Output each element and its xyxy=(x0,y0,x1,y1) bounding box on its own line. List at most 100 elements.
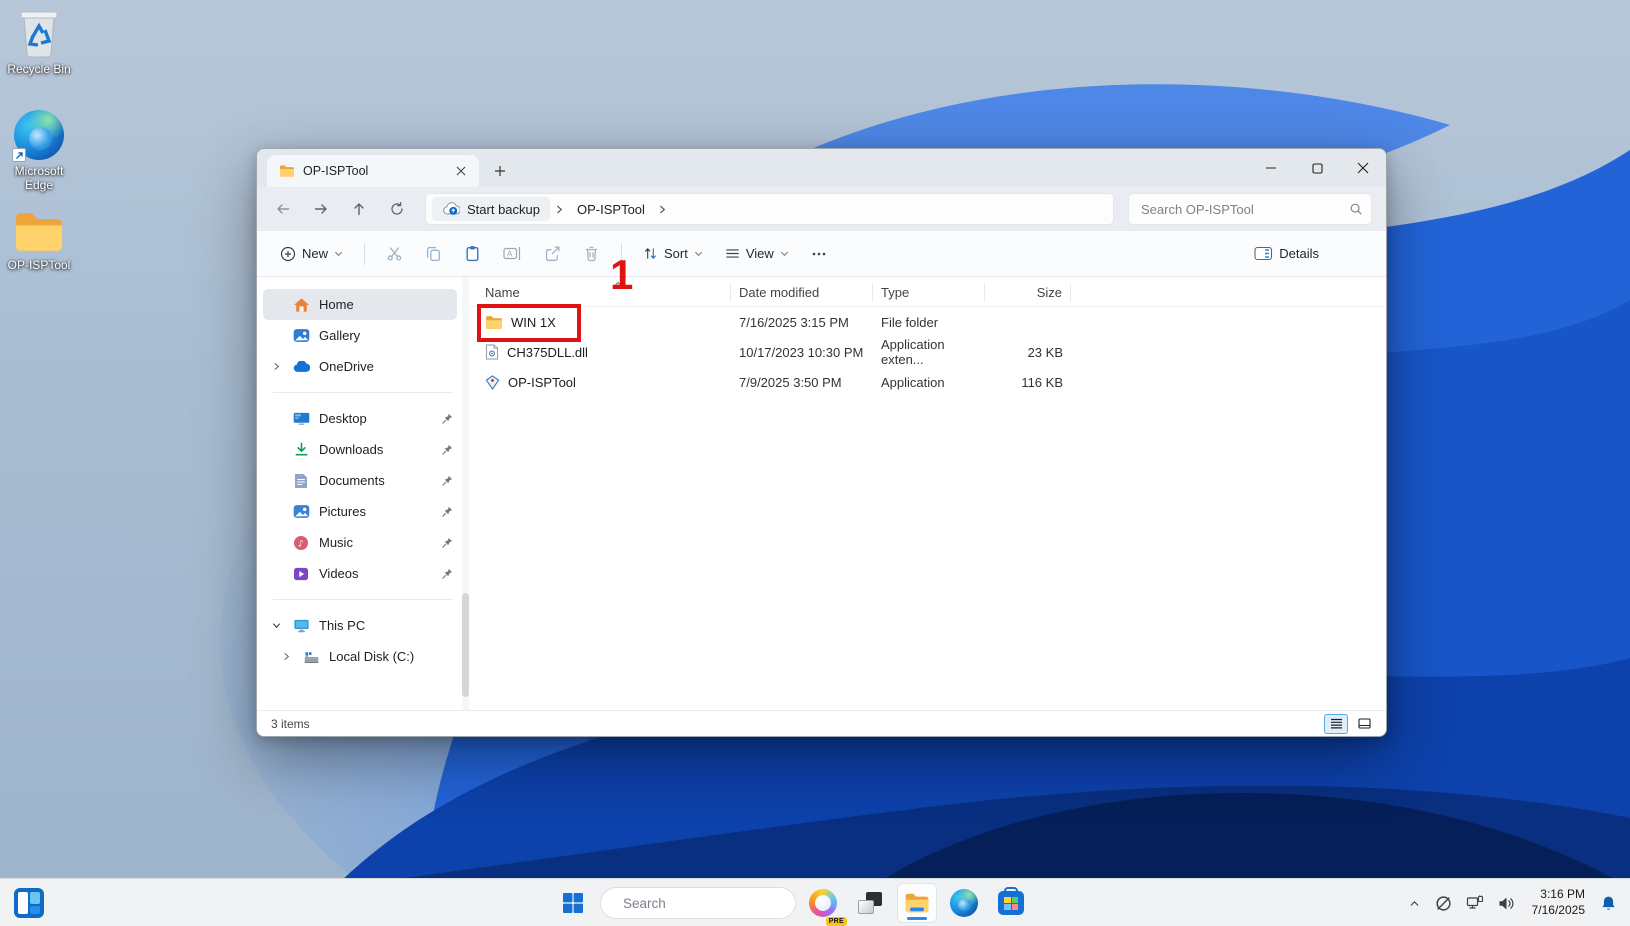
sidebar-item-videos[interactable]: Videos xyxy=(263,558,457,589)
this-pc-icon xyxy=(292,617,310,635)
pin-icon xyxy=(437,444,453,456)
column-header-size[interactable]: Size xyxy=(985,284,1071,302)
sidebar-item-this-pc[interactable]: This PC xyxy=(263,610,457,641)
desktop-icon-recycle-bin[interactable]: Recycle Bin xyxy=(0,8,78,76)
chevron-up-icon xyxy=(1408,897,1421,910)
sidebar-item-desktop[interactable]: Desktop xyxy=(263,403,457,434)
new-tab-button[interactable] xyxy=(487,158,513,184)
cut-button[interactable] xyxy=(377,237,412,271)
onedrive-icon xyxy=(292,358,310,376)
taskbar-center: PRE xyxy=(553,883,1031,923)
tray-status-button[interactable] xyxy=(1430,885,1457,921)
tab-close-button[interactable] xyxy=(451,161,471,181)
copilot-button[interactable]: PRE xyxy=(803,883,843,923)
ellipsis-icon xyxy=(811,246,827,262)
column-header-date-modified[interactable]: Date modified xyxy=(731,284,873,302)
taskbar-search[interactable] xyxy=(600,887,796,919)
chevron-down-icon xyxy=(694,249,703,258)
scrollbar-thumb[interactable] xyxy=(462,593,469,697)
file-explorer-taskbar-button[interactable] xyxy=(897,883,937,923)
breadcrumb-folder[interactable]: OP-ISPTool xyxy=(569,202,653,217)
close-icon xyxy=(456,166,466,176)
folder-icon xyxy=(12,210,66,254)
arrow-up-icon xyxy=(351,201,367,217)
column-header-name[interactable]: Name xyxy=(471,284,731,302)
desktop-icon-microsoft-edge[interactable]: Microsoft Edge xyxy=(0,110,78,192)
share-icon xyxy=(544,245,561,262)
file-row-ch375dll[interactable]: CH375DLL.dll 10/17/2023 10:30 PM Applica… xyxy=(471,337,1386,367)
more-options-button[interactable] xyxy=(802,237,836,271)
sidebar-item-downloads[interactable]: Downloads xyxy=(263,434,457,465)
file-date: 7/16/2025 3:15 PM xyxy=(731,315,873,330)
column-headers: Name Date modified Type Size xyxy=(471,279,1386,307)
file-date: 10/17/2023 10:30 PM xyxy=(731,345,873,360)
file-name: OP-ISPTool xyxy=(508,375,576,390)
share-button[interactable] xyxy=(535,237,570,271)
desktop: Recycle Bin Microsoft Edge OP-ISPTool OP… xyxy=(0,0,1630,926)
network-icon[interactable] xyxy=(1461,885,1489,921)
plus-icon xyxy=(494,165,506,177)
new-button[interactable]: New xyxy=(271,237,352,271)
sidebar-item-onedrive[interactable]: OneDrive xyxy=(263,351,457,382)
chevron-down-icon[interactable] xyxy=(269,621,283,630)
breadcrumb[interactable]: Start backup OP-ISPTool xyxy=(425,193,1114,225)
cut-icon xyxy=(386,245,403,262)
copilot-icon xyxy=(809,889,837,917)
new-plus-icon xyxy=(280,246,296,262)
sort-button[interactable]: Sort xyxy=(634,237,712,271)
dll-file-icon xyxy=(485,344,499,360)
file-row-op-isptool[interactable]: OP-ISPTool 7/9/2025 3:50 PM Application … xyxy=(471,367,1386,397)
column-header-type[interactable]: Type xyxy=(873,284,985,302)
maximize-button[interactable] xyxy=(1294,149,1340,187)
address-bar: Start backup OP-ISPTool xyxy=(257,187,1386,231)
view-button[interactable]: View xyxy=(716,237,798,271)
desktop-icon-op-isptool[interactable]: OP-ISPTool xyxy=(0,210,78,272)
copy-button[interactable] xyxy=(416,237,451,271)
sidebar-item-gallery[interactable]: Gallery xyxy=(263,320,457,351)
refresh-button[interactable] xyxy=(379,193,415,225)
large-icons-view-toggle[interactable] xyxy=(1352,714,1376,734)
task-view-button[interactable] xyxy=(850,883,890,923)
rename-button[interactable]: A xyxy=(494,237,531,271)
up-button[interactable] xyxy=(341,193,377,225)
explorer-search-input[interactable] xyxy=(1141,202,1349,217)
widgets-button[interactable] xyxy=(14,888,44,918)
microsoft-store-button[interactable] xyxy=(991,883,1031,923)
taskbar-clock[interactable]: 3:16 PM 7/16/2025 xyxy=(1524,887,1591,918)
sidebar-item-home[interactable]: Home xyxy=(263,289,457,320)
chevron-right-icon[interactable] xyxy=(279,652,293,661)
notifications-button[interactable] xyxy=(1595,885,1622,921)
start-button[interactable] xyxy=(553,883,593,923)
command-bar: New A Sor xyxy=(257,231,1386,277)
speaker-icon xyxy=(1498,896,1515,911)
sidebar-item-documents[interactable]: Documents xyxy=(263,465,457,496)
minimize-button[interactable] xyxy=(1248,149,1294,187)
desktop-folder-icon xyxy=(292,410,310,428)
explorer-search[interactable] xyxy=(1128,193,1372,225)
details-pane-button[interactable]: Details xyxy=(1245,237,1328,271)
taskbar-search-input[interactable] xyxy=(623,896,800,911)
file-row-win-1x[interactable]: WIN 1X 7/16/2025 3:15 PM File folder xyxy=(471,307,1386,337)
edge-taskbar-button[interactable] xyxy=(944,883,984,923)
forward-button[interactable] xyxy=(303,193,339,225)
sidebar-item-local-disk-c[interactable]: Local Disk (C:) xyxy=(273,641,457,672)
delete-button[interactable] xyxy=(574,237,609,271)
ethernet-icon xyxy=(1466,895,1484,911)
sidebar-scrollbar[interactable] xyxy=(462,277,469,710)
details-pane-label: Details xyxy=(1279,246,1319,261)
chevron-right-icon[interactable] xyxy=(269,362,283,371)
volume-icon[interactable] xyxy=(1493,885,1520,921)
tray-overflow-button[interactable] xyxy=(1403,885,1426,921)
paste-button[interactable] xyxy=(455,237,490,271)
sidebar-item-music[interactable]: ♪ Music xyxy=(263,527,457,558)
details-view-toggle[interactable] xyxy=(1324,714,1348,734)
explorer-tab[interactable]: OP-ISPTool xyxy=(267,155,479,187)
sidebar-item-pictures[interactable]: Pictures xyxy=(263,496,457,527)
desktop-icon-label: Microsoft Edge xyxy=(1,164,77,192)
sort-ascending-icon xyxy=(613,276,623,291)
home-icon xyxy=(292,296,310,314)
back-button[interactable] xyxy=(265,193,301,225)
tab-bar: OP-ISPTool xyxy=(257,149,1386,187)
breadcrumb-backup-button[interactable]: Start backup xyxy=(432,197,550,221)
close-button[interactable] xyxy=(1340,149,1386,187)
